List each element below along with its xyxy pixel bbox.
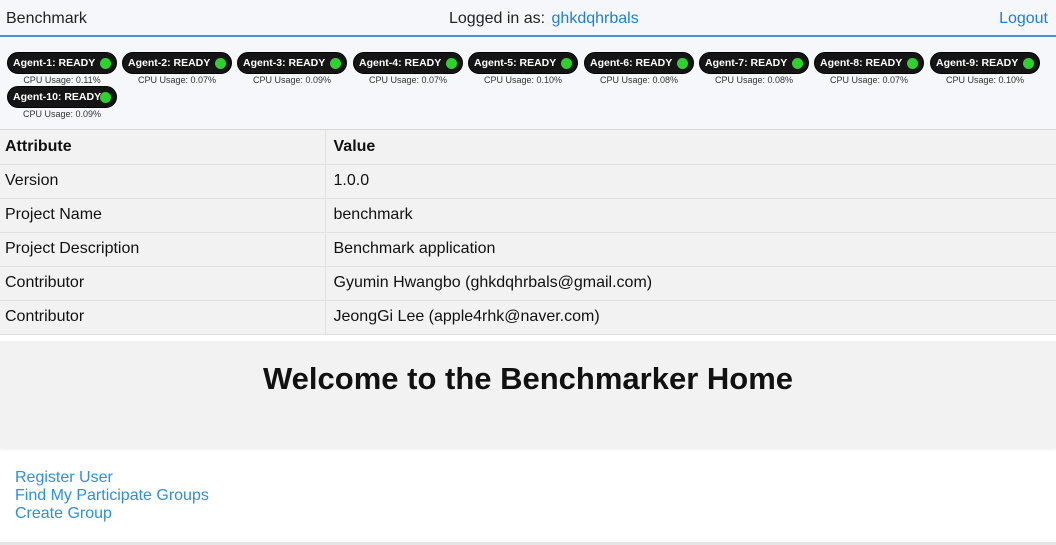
table-row: Project Description Benchmark applicatio… [0, 232, 1056, 267]
agent-card: Agent-8: READY CPU Usage: 0.07% [814, 37, 924, 85]
cpu-usage: CPU Usage: 0.07% [829, 75, 909, 85]
agent-status-pill: Agent-2: READY [122, 52, 232, 74]
attribute-cell: Contributor [0, 266, 326, 301]
cpu-usage: CPU Usage: 0.08% [714, 75, 794, 85]
register-user-link[interactable]: Register User [15, 469, 209, 487]
status-dot-icon [446, 58, 457, 69]
attribute-cell: Project Description [0, 232, 326, 267]
agent-status-pill: Agent-6: READY [584, 52, 694, 74]
status-dot-icon [100, 58, 111, 69]
agent-status-pill: Agent-3: READY [237, 52, 347, 74]
status-dot-icon [100, 92, 111, 103]
cpu-usage: CPU Usage: 0.07% [368, 75, 448, 85]
attribute-cell: Project Name [0, 198, 326, 233]
agent-card: Agent-4: READY CPU Usage: 0.07% [353, 37, 463, 85]
agent-status-pill: Agent-4: READY [353, 52, 463, 74]
table-row: Contributor Gyumin Hwangbo (ghkdqhrbals@… [0, 266, 1056, 301]
agent-card: Agent-9: READY CPU Usage: 0.10% [930, 37, 1040, 85]
agent-card: Agent-3: READY CPU Usage: 0.09% [237, 37, 347, 85]
value-cell: Gyumin Hwangbo (ghkdqhrbals@gmail.com) [325, 266, 1056, 301]
attribute-cell: Contributor [0, 300, 326, 335]
login-info: Logged in as: ghkdqhrbals [449, 10, 639, 28]
agent-status-pill: Agent-8: READY [814, 52, 924, 74]
agent-card: Agent-6: READY CPU Usage: 0.08% [584, 37, 694, 85]
brand-link[interactable]: Benchmark [6, 10, 87, 28]
cpu-usage: CPU Usage: 0.09% [22, 109, 102, 119]
username-link[interactable]: ghkdqhrbals [552, 10, 639, 27]
top-navbar: Benchmark Logged in as: ghkdqhrbals Logo… [0, 0, 1056, 37]
agent-label: Agent-9: READY [936, 57, 1019, 69]
agent-status-pill: Agent-7: READY [699, 52, 809, 74]
agent-status-pill: Agent-10: READY [7, 86, 117, 108]
status-dot-icon [215, 58, 226, 69]
project-info-table: Attribute Value Version 1.0.0 Project Na… [0, 130, 1056, 335]
table-header-row: Attribute Value [0, 130, 1056, 165]
status-dot-icon [561, 58, 572, 69]
cpu-usage: CPU Usage: 0.07% [137, 75, 217, 85]
column-header-attribute: Attribute [0, 130, 326, 165]
status-dot-icon [792, 58, 803, 69]
cpu-usage: CPU Usage: 0.10% [945, 75, 1025, 85]
table-row: Version 1.0.0 [0, 164, 1056, 199]
table-row: Project Name benchmark [0, 198, 1056, 233]
agent-card: Agent-7: READY CPU Usage: 0.08% [699, 37, 809, 85]
agent-card: Agent-10: READY CPU Usage: 0.09% [7, 71, 117, 119]
agent-label: Agent-7: READY [705, 57, 788, 69]
value-cell: benchmark [325, 198, 1056, 233]
value-cell: 1.0.0 [325, 164, 1056, 199]
agent-label: Agent-5: READY [474, 57, 557, 69]
agent-label: Agent-6: READY [590, 57, 673, 69]
logged-in-label: Logged in as: [449, 10, 546, 27]
agent-card: Agent-5: READY CPU Usage: 0.10% [468, 37, 578, 85]
cpu-usage: CPU Usage: 0.08% [599, 75, 679, 85]
find-participate-groups-link[interactable]: Find My Participate Groups [15, 487, 209, 505]
value-cell: Benchmark application [325, 232, 1056, 267]
agent-card: Agent-2: READY CPU Usage: 0.07% [122, 37, 232, 85]
agent-status-pill: Agent-9: READY [930, 52, 1040, 74]
agent-label: Agent-4: READY [359, 57, 442, 69]
column-header-value: Value [325, 130, 1056, 165]
action-links: Register User Find My Participate Groups… [15, 469, 209, 523]
cpu-usage: CPU Usage: 0.10% [483, 75, 563, 85]
welcome-heading: Welcome to the Benchmarker Home [262, 361, 794, 396]
agent-status-pill: Agent-5: READY [468, 52, 578, 74]
table-row: Contributor JeongGi Lee (apple4rhk@naver… [0, 300, 1056, 335]
agent-label: Agent-2: READY [128, 57, 211, 69]
agent-label: Agent-1: READY [13, 57, 96, 69]
create-group-link[interactable]: Create Group [15, 505, 209, 523]
value-cell: JeongGi Lee (apple4rhk@naver.com) [325, 300, 1056, 335]
status-dot-icon [1023, 58, 1034, 69]
welcome-section: Welcome to the Benchmarker Home [0, 341, 1056, 448]
agent-label: Agent-10: READY [13, 91, 102, 103]
status-dot-icon [907, 58, 918, 69]
agent-label: Agent-8: READY [820, 57, 903, 69]
attribute-cell: Version [0, 164, 326, 199]
cpu-usage: CPU Usage: 0.09% [252, 75, 332, 85]
status-dot-icon [677, 58, 688, 69]
logout-link[interactable]: Logout [999, 10, 1048, 28]
agent-label: Agent-3: READY [243, 57, 326, 69]
agent-status-bar: Agent-1: READY CPU Usage: 0.11% Agent-2:… [0, 37, 1056, 130]
status-dot-icon [330, 58, 341, 69]
